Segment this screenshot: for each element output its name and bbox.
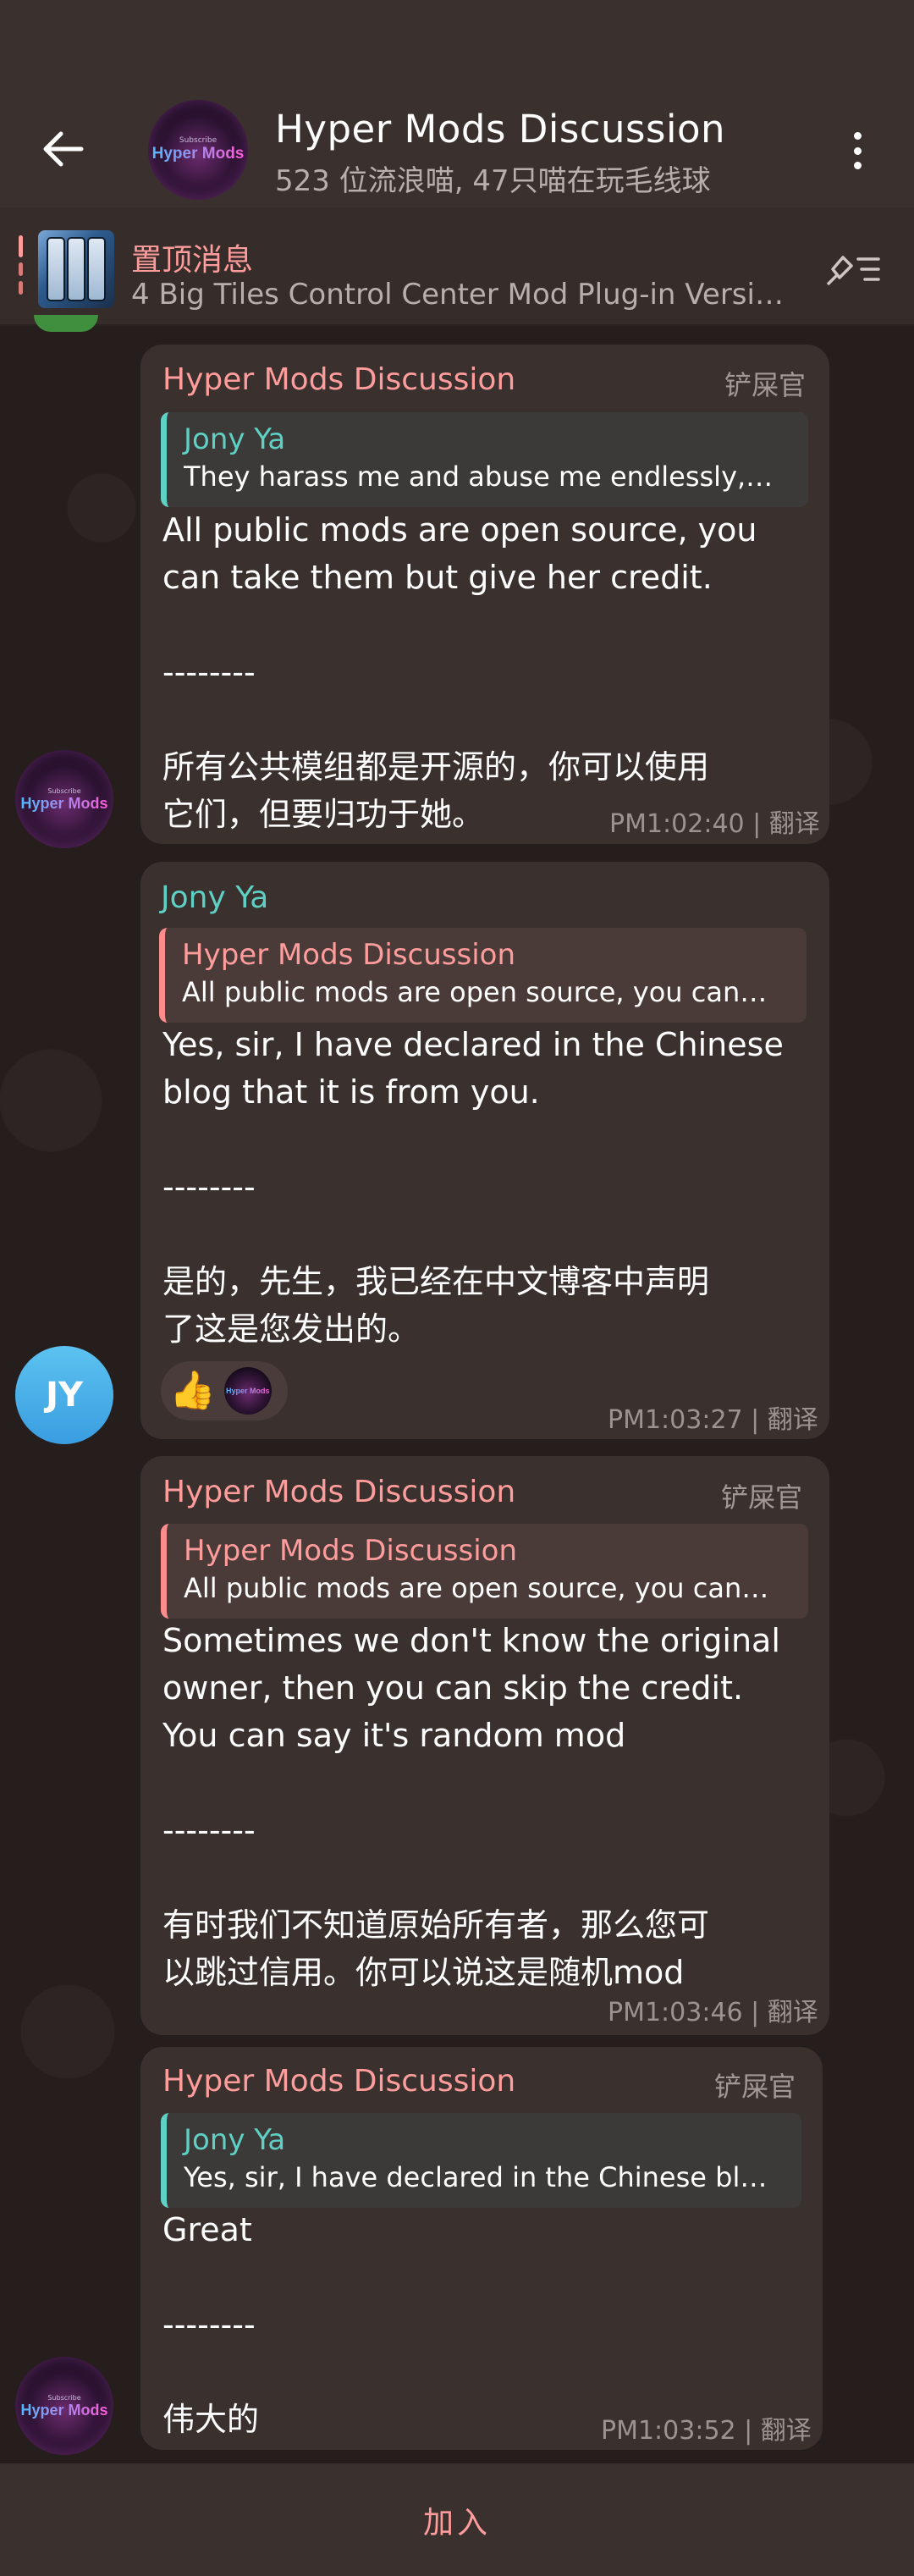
message-meta: PM1:03:52 | 翻译 bbox=[601, 2416, 812, 2446]
message-text: Sometimes we don't know the original own… bbox=[162, 1622, 780, 1991]
sender-name[interactable]: Hyper Mods Discussion bbox=[162, 2064, 515, 2099]
reply-text: They harass me and abuse me endlessly,… bbox=[184, 461, 774, 493]
reply-preview[interactable]: Hyper Mods Discussion All public mods ar… bbox=[161, 1524, 808, 1619]
pinned-text: 4 Big Tiles Control Center Mod Plug-in V… bbox=[131, 278, 784, 312]
message-text: All public mods are open source, you can… bbox=[162, 511, 757, 833]
arrow-left-icon bbox=[43, 131, 84, 167]
member-count: 523 位流浪喵, 47只喵在玩毛线球 bbox=[275, 164, 711, 198]
admin-badge: 铲屎官 bbox=[724, 369, 807, 401]
pin-position-indicator bbox=[19, 235, 23, 305]
reply-author: Hyper Mods Discussion bbox=[182, 938, 516, 972]
admin-badge: 铲屎官 bbox=[714, 2071, 796, 2103]
message-meta: PM1:03:46 | 翻译 bbox=[608, 1998, 818, 2027]
reply-preview[interactable]: Hyper Mods Discussion All public mods ar… bbox=[159, 928, 807, 1023]
admin-badge: 铲屎官 bbox=[721, 1481, 803, 1514]
message-meta: PM1:02:40 | 翻译 bbox=[609, 809, 820, 839]
reply-text: Yes, sir, I have declared in the Chinese… bbox=[184, 2161, 768, 2193]
message-text: Great -------- 伟大的 bbox=[162, 2211, 260, 2438]
sender-avatar[interactable]: Subscribe Hyper Mods bbox=[15, 2357, 113, 2455]
pin-list-icon[interactable] bbox=[823, 251, 884, 290]
message-meta: PM1:03:27 | 翻译 bbox=[608, 1405, 818, 1435]
reply-author: Jony Ya bbox=[184, 422, 286, 456]
chat-title[interactable]: Hyper Mods Discussion bbox=[275, 107, 725, 152]
reply-preview[interactable]: Jony Ya Yes, sir, I have declared in the… bbox=[161, 2113, 801, 2208]
pinned-label: 置顶消息 bbox=[131, 243, 254, 278]
join-bar: 加入 bbox=[0, 2463, 914, 2576]
reaction-chip[interactable]: 👍 Hyper Mods bbox=[161, 1361, 288, 1420]
reply-text: All public mods are open source, you can… bbox=[184, 1572, 769, 1604]
reply-author: Jony Ya bbox=[184, 2123, 286, 2157]
sender-avatar[interactable]: Subscribe Hyper Mods bbox=[15, 750, 113, 848]
reply-author: Hyper Mods Discussion bbox=[184, 1534, 518, 1568]
sender-name[interactable]: Jony Ya bbox=[161, 880, 268, 915]
thumbs-up-icon: 👍 bbox=[169, 1369, 216, 1412]
chat-header: Subscribe Hyper Mods Hyper Mods Discussi… bbox=[0, 0, 914, 207]
pinned-thumbnail bbox=[38, 230, 114, 308]
sender-avatar[interactable]: JY bbox=[15, 1346, 113, 1444]
sender-name[interactable]: Hyper Mods Discussion bbox=[162, 362, 515, 397]
group-avatar[interactable]: Subscribe Hyper Mods bbox=[148, 100, 248, 200]
avatar-partial bbox=[34, 315, 98, 332]
back-button[interactable] bbox=[37, 127, 90, 171]
more-vertical-icon[interactable] bbox=[845, 127, 870, 174]
message-text: Yes, sir, I have declared in the Chinese… bbox=[162, 1026, 784, 1348]
join-button[interactable]: 加入 bbox=[423, 2498, 491, 2542]
sender-name[interactable]: Hyper Mods Discussion bbox=[162, 1475, 515, 1509]
reply-text: All public mods are open source, you can… bbox=[182, 976, 768, 1008]
reply-preview[interactable]: Jony Ya They harass me and abuse me endl… bbox=[161, 412, 808, 507]
reactor-avatar: Hyper Mods bbox=[223, 1367, 272, 1415]
